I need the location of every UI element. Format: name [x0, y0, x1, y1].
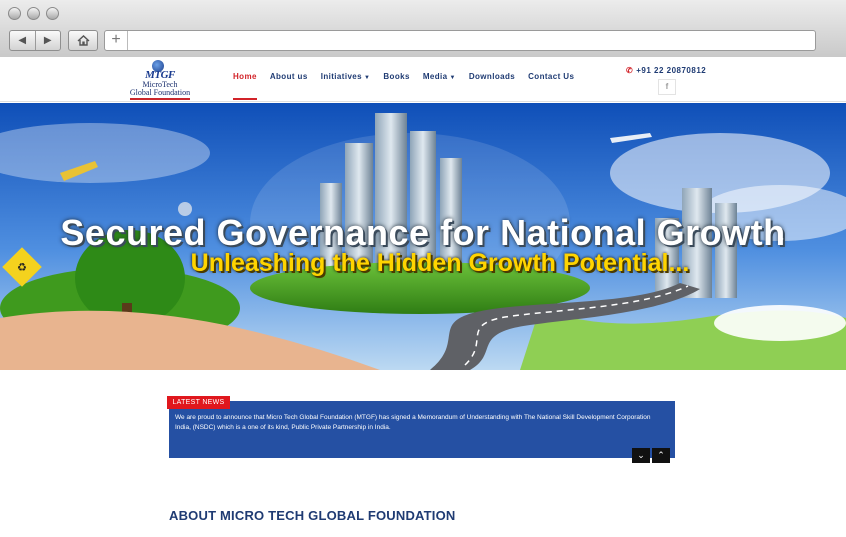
nav-books-label: Books [383, 72, 410, 81]
new-tab-button[interactable]: + [105, 31, 128, 50]
forward-arrow-icon: ▶ [43, 35, 52, 46]
history-buttons: ◀ ▶ [9, 30, 61, 51]
hero-banner: ♻ Secured Governance for National Growth… [0, 103, 846, 370]
logo-underline [130, 98, 190, 100]
window-minimize-button[interactable] [27, 7, 40, 20]
phone-number: +91 22 20870812 [636, 66, 707, 75]
forward-button[interactable]: ▶ [34, 31, 61, 50]
nav-contact-us[interactable]: Contact Us [528, 72, 574, 84]
latest-news-tab: LATEST NEWS [167, 396, 230, 409]
about-heading: ABOUT MICRO TECH GLOBAL FOUNDATION [169, 508, 456, 523]
nav-home[interactable]: Home [233, 72, 257, 100]
site-header: MTGF MicroTech Global Foundation Home Ab… [0, 57, 846, 102]
chevron-right-icon[interactable]: › [778, 228, 784, 249]
nav-media[interactable]: Media ▼ [423, 72, 456, 84]
nav-media-label: Media [422, 72, 448, 81]
nav-about-us[interactable]: About us [270, 72, 308, 84]
banner-headline: Secured Governance for National Growth [60, 212, 786, 253]
facebook-button[interactable]: f [658, 79, 676, 95]
home-button[interactable] [68, 30, 98, 51]
chevron-up-icon: ⌃ [657, 450, 665, 460]
facebook-icon: f [665, 82, 669, 91]
nav-books[interactable]: Books [383, 72, 409, 84]
nav-about-us-label: About us [269, 72, 308, 81]
banner-subheadline: Unleashing the Hidden Growth Potential..… [190, 249, 690, 277]
nav-initiatives[interactable]: Initiatives ▼ [321, 72, 371, 84]
nav-initiatives-label: Initiatives [320, 72, 363, 81]
header-phone[interactable]: ✆ +91 22 20870812 [626, 66, 706, 75]
news-up-button[interactable]: ⌃ [652, 448, 670, 463]
site-logo[interactable]: MTGF MicroTech Global Foundation [128, 60, 192, 100]
nav-home-label: Home [233, 72, 257, 81]
main-nav: Home About us Initiatives ▼ Books Media ▼ … [233, 72, 574, 100]
news-text: We are proud to announce that Micro Tech… [175, 414, 651, 431]
logo-line-2: Global Foundation [129, 88, 191, 97]
nav-contact-us-label: Contact Us [528, 72, 575, 81]
nav-downloads[interactable]: Downloads [469, 72, 515, 84]
chevron-down-icon: ⌄ [637, 450, 645, 460]
nav-downloads-label: Downloads [468, 72, 516, 81]
browser-chrome: ◀ ▶ + [0, 0, 846, 58]
latest-news-box: We are proud to announce that Micro Tech… [169, 401, 675, 458]
news-down-button[interactable]: ⌄ [632, 448, 650, 463]
caret-down-icon: ▼ [364, 75, 371, 81]
caret-down-icon: ▼ [449, 75, 456, 81]
browser-window: ◀ ▶ + MTGF MicroTech Global Foundation H… [0, 0, 846, 537]
svg-text:♻: ♻ [17, 261, 27, 274]
phone-icon: ✆ [626, 66, 634, 75]
back-arrow-icon: ◀ [18, 35, 27, 46]
home-icon [77, 35, 89, 46]
back-button[interactable]: ◀ [10, 31, 35, 50]
window-close-button[interactable] [8, 7, 21, 20]
window-zoom-button[interactable] [46, 7, 59, 20]
address-bar[interactable]: + [104, 30, 816, 51]
